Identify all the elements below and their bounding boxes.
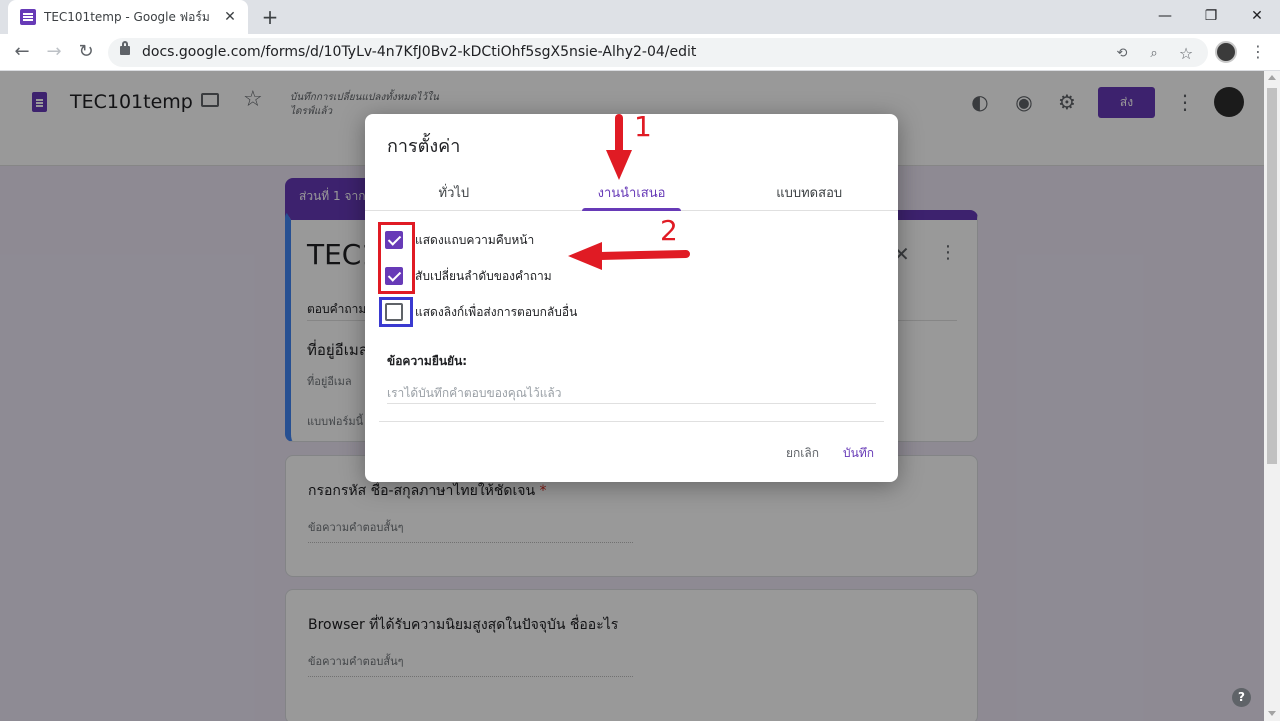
translate-icon[interactable]: ⟲ — [1114, 46, 1130, 62]
dialog-divider — [379, 421, 884, 422]
back-button[interactable]: ← — [10, 40, 34, 64]
forms-favicon-icon — [20, 9, 36, 25]
option-label: แสดงลิงก์เพื่อส่งการตอบกลับอื่น — [415, 304, 578, 319]
scrollbar-thumb[interactable] — [1267, 88, 1277, 464]
scroll-down-icon[interactable] — [1268, 711, 1276, 716]
url-text[interactable]: docs.google.com/forms/d/10TyLv-4n7KfJ0Bv… — [142, 44, 696, 60]
minimize-window-button[interactable]: — — [1142, 2, 1188, 30]
annotation-blue-highlight-box — [379, 297, 413, 327]
restore-window-button[interactable]: ❐ — [1188, 2, 1234, 30]
new-tab-button[interactable]: + — [258, 5, 282, 29]
lock-icon — [120, 41, 130, 55]
option-label: สับเปลี่ยนลำดับของคำถาม — [415, 268, 552, 283]
confirmation-label: ข้อความยืนยัน: — [387, 354, 468, 368]
annotation-red-highlight-box — [378, 222, 415, 294]
browser-toolbar: ← → ↻ docs.google.com/forms/d/10TyLv-4n7… — [0, 34, 1280, 71]
annotation-step-1: 1 — [634, 110, 652, 143]
tab-presentation[interactable]: งานนำเสนอ — [543, 168, 721, 211]
bookmark-star-icon[interactable]: ☆ — [1178, 46, 1194, 62]
tab-general[interactable]: ทั่วไป — [365, 168, 543, 210]
scroll-up-icon[interactable] — [1268, 75, 1276, 80]
browser-tab-strip: TEC101temp - Google ฟอร์ม ✕ + — ❐ ✕ — [0, 0, 1280, 34]
annotation-step-2: 2 — [660, 214, 678, 247]
tab-close-icon[interactable]: ✕ — [222, 9, 238, 25]
save-button[interactable]: บันทึก — [843, 444, 874, 463]
option-show-resubmit-link[interactable]: แสดงลิงก์เพื่อส่งการตอบกลับอื่น — [385, 301, 577, 323]
help-icon[interactable]: ? — [1232, 688, 1251, 707]
tab-quizzes[interactable]: แบบทดสอบ — [720, 168, 898, 210]
settings-dialog: การตั้งค่า ทั่วไป งานนำเสนอ แบบทดสอบ แสด… — [365, 114, 898, 482]
browser-tab[interactable]: TEC101temp - Google ฟอร์ม ✕ — [8, 0, 248, 34]
close-window-button[interactable]: ✕ — [1234, 2, 1280, 30]
confirmation-message-input[interactable] — [387, 382, 876, 404]
cancel-button[interactable]: ยกเลิก — [786, 444, 819, 463]
zoom-icon[interactable]: ⌕ — [1146, 46, 1162, 62]
reload-button[interactable]: ↻ — [74, 40, 98, 64]
settings-tabs: ทั่วไป งานนำเสนอ แบบทดสอบ — [365, 168, 898, 211]
address-bar[interactable]: docs.google.com/forms/d/10TyLv-4n7KfJ0Bv… — [108, 38, 1208, 67]
dialog-title: การตั้งค่า — [387, 136, 461, 157]
browser-menu-icon[interactable]: ⋮ — [1250, 41, 1266, 63]
page-scrollbar[interactable] — [1264, 71, 1280, 721]
profile-avatar[interactable] — [1215, 41, 1237, 63]
option-label: แสดงแถบความคืบหน้า — [415, 232, 535, 247]
browser-tab-title: TEC101temp - Google ฟอร์ม — [44, 9, 210, 24]
forward-button[interactable]: → — [42, 40, 66, 64]
